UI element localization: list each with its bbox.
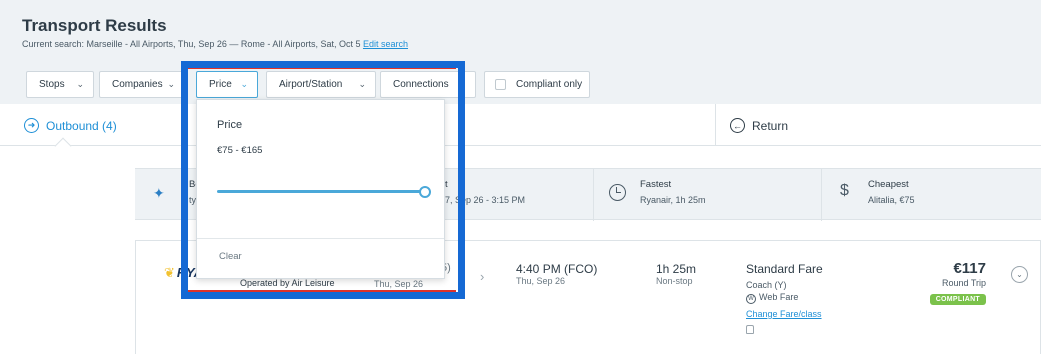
fare-info: Standard Fare Coach (Y) W Web Fare Change…: [746, 262, 823, 334]
compliant-badge: COMPLIANT: [929, 294, 986, 305]
tab-outbound-label: Outbound (4): [46, 118, 117, 133]
clear-button[interactable]: Clear: [219, 251, 242, 262]
price-slider-handle[interactable]: [419, 186, 431, 198]
sparkle-icon: ✦: [153, 185, 165, 201]
operated-by: Operated by Air Leisure: [240, 278, 335, 288]
dollar-icon: $: [840, 182, 849, 199]
tab-return[interactable]: ← Return: [730, 118, 788, 133]
edit-search-link[interactable]: Edit search: [363, 39, 408, 49]
arrival-time: 4:40 PM (FCO): [516, 262, 598, 276]
filter-airport-label: Airport/Station: [279, 79, 343, 90]
filter-airport-button[interactable]: Airport/Station ⌄: [266, 71, 376, 98]
tab-return-label: Return: [752, 118, 789, 133]
duration-value: 1h 25m: [656, 262, 697, 276]
price-dropdown: Price €75 - €165 Clear: [196, 99, 445, 279]
tab-pointer: [54, 137, 72, 155]
price-value: €117: [953, 260, 986, 277]
summary-cheapest-value: Alitalia, €75: [868, 195, 915, 205]
price-slider-track[interactable]: [217, 190, 427, 193]
chevron-right-icon: ›: [480, 269, 485, 284]
filter-price-button[interactable]: Price ⌄: [196, 71, 258, 98]
tab-outbound[interactable]: ➜ Outbound (4): [24, 118, 117, 133]
clock-icon: [609, 184, 626, 201]
stops-value: Non-stop: [656, 276, 693, 286]
expand-icon[interactable]: ⌄: [1011, 266, 1028, 283]
summary-earliest-label: t: [445, 179, 448, 190]
fare-name: Standard Fare: [746, 262, 823, 276]
current-search: Current search: Marseille - All Airports…: [22, 39, 408, 49]
filter-companies-button[interactable]: Companies ⌄: [99, 71, 185, 98]
summary-separator: [821, 169, 822, 221]
summary-cheapest[interactable]: Cheapest Alitalia, €75: [868, 179, 915, 205]
harp-icon: ❦: [164, 265, 175, 280]
summary-earliest-value: 7, Sep 26 - 3:15 PM: [445, 195, 526, 205]
chevron-down-icon: ⌄: [458, 79, 466, 89]
panel-divider: [197, 238, 444, 239]
web-fare: W Web Fare: [746, 292, 823, 304]
tab-divider: [715, 104, 716, 146]
results-header: Transport Results Current search: Marsei…: [0, 0, 1041, 104]
filter-connections-label: Connections: [393, 79, 449, 90]
change-fare-link[interactable]: Change Fare/class: [746, 309, 823, 319]
arrival-date: Thu, Sep 26: [516, 276, 566, 286]
highlight-edge-bottom: [186, 290, 456, 292]
trip-type: Round Trip: [941, 278, 986, 288]
price-block: €117 Round Trip COMPLIANT: [929, 260, 986, 305]
page-title: Transport Results: [22, 16, 167, 35]
filter-price-label: Price: [209, 79, 232, 90]
compliant-only-label: Compliant only: [516, 79, 583, 90]
arrival: 4:40 PM (FCO) Thu, Sep 26: [516, 262, 597, 286]
chevron-down-icon: ⌄: [358, 79, 366, 89]
chevron-down-icon: ⌄: [167, 79, 175, 89]
web-fare-label: Web Fare: [759, 292, 799, 302]
filter-stops-button[interactable]: Stops ⌄: [26, 71, 94, 98]
price-panel-title: Price: [217, 119, 243, 131]
filter-stops-label: Stops: [39, 79, 65, 90]
direction-tabs: ➜ Outbound (4) ← Return: [0, 104, 1041, 155]
summary-fastest[interactable]: Fastest Ryanair, 1h 25m: [640, 179, 706, 205]
web-icon: W: [746, 294, 756, 304]
current-search-text: Current search: Marseille - All Airports…: [22, 39, 361, 49]
highlight-edge-top: [186, 67, 456, 69]
summary-fastest-label: Fastest: [640, 179, 672, 190]
seat-icon: [746, 325, 754, 334]
filter-companies-label: Companies: [112, 79, 163, 90]
summary-fastest-value: Ryanair, 1h 25m: [640, 195, 706, 205]
depart-date: Thu, Sep 26: [374, 279, 424, 289]
chevron-down-icon: ⌄: [240, 79, 248, 89]
plane-return-icon: ←: [730, 118, 745, 133]
chevron-down-icon: ⌄: [76, 79, 84, 89]
plane-icon: ➜: [24, 118, 39, 133]
duration: 1h 25m Non-stop: [656, 262, 696, 286]
price-range: €75 - €165: [217, 145, 263, 156]
summary-cheapest-label: Cheapest: [868, 179, 909, 190]
summary-earliest[interactable]: t 7, Sep 26 - 3:15 PM: [445, 179, 525, 205]
filter-connections-button[interactable]: Connections ⌄: [380, 71, 476, 98]
checkbox-box[interactable]: [495, 79, 506, 90]
compliant-only-checkbox[interactable]: Compliant only: [484, 71, 590, 98]
cabin-class: Coach (Y): [746, 280, 787, 290]
summary-separator: [593, 169, 594, 221]
